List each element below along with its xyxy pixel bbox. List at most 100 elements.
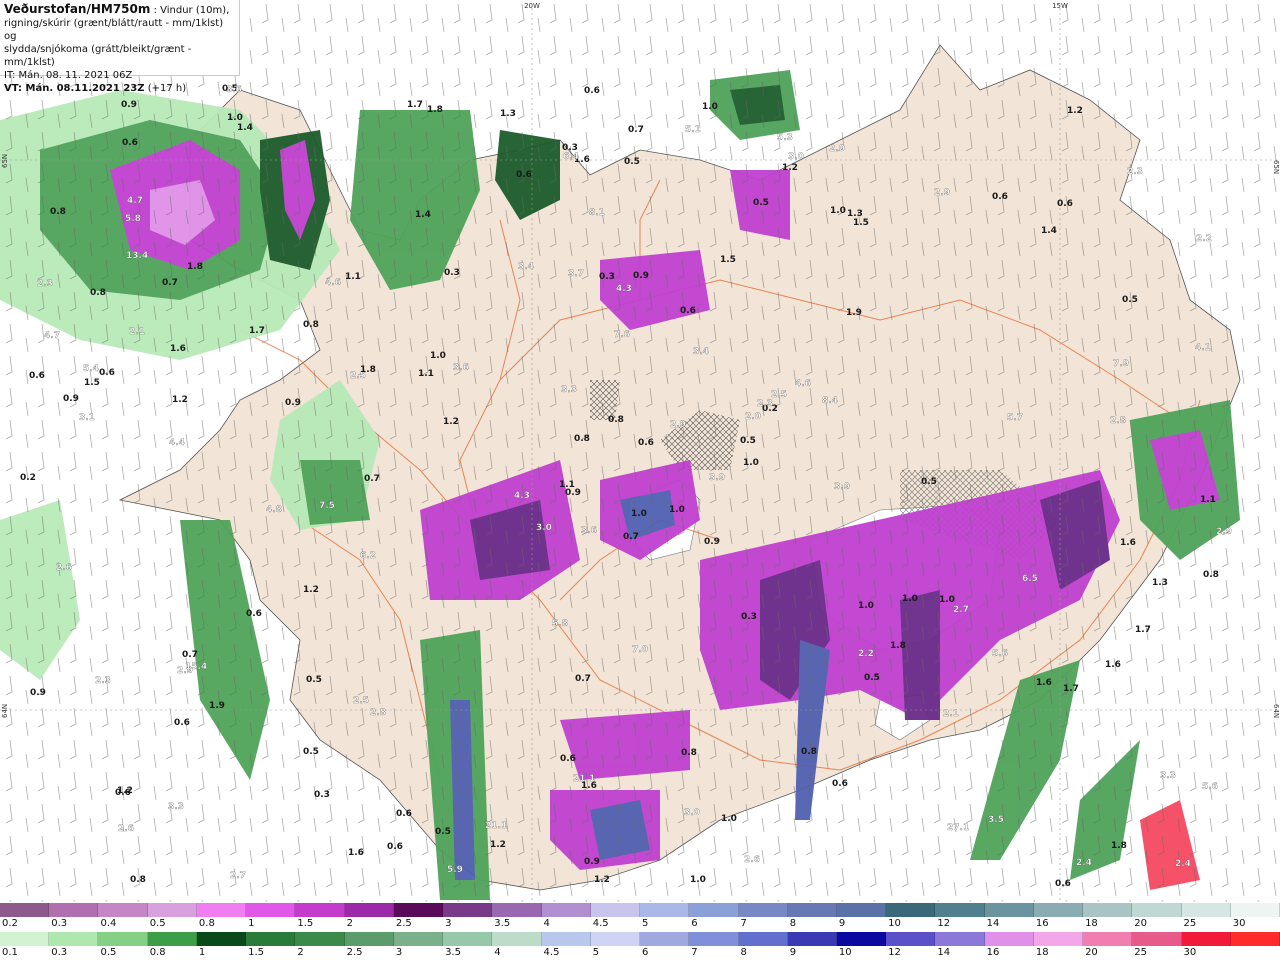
legend-label: 6 <box>642 947 649 958</box>
legend-swatch <box>689 903 739 917</box>
legend-swatch <box>787 903 837 917</box>
precip-value-label: 1.6 <box>170 344 186 354</box>
precip-value-label: 2.2 <box>1196 234 1212 244</box>
precip-value-label: 4.7 <box>127 196 143 206</box>
precip-value-label: 0.6 <box>680 306 696 316</box>
precip-value-label: 0.5 <box>306 675 322 685</box>
legend-label: 20 <box>1134 918 1148 929</box>
precip-value-label: 0.5 <box>624 157 640 167</box>
legend-label: 14 <box>986 918 1000 929</box>
precip-value-label: 2.7 <box>230 871 246 881</box>
legend-label: 3.5 <box>494 918 511 929</box>
legend-label: 2.5 <box>395 918 412 929</box>
precip-value-label: 1.2 <box>490 840 506 850</box>
label-64n-right: 64N <box>1272 704 1280 718</box>
precip-value-label: 1.0 <box>721 814 737 824</box>
precip-value-label: 3.6 <box>581 526 597 536</box>
legend-swatch <box>1132 932 1182 946</box>
precip-value-label: 3.1 <box>79 413 95 423</box>
precip-value-label: 2.3 <box>757 399 773 409</box>
precip-value-label: 4.1 <box>1195 343 1211 353</box>
precip-value-label: 2.2 <box>858 649 874 659</box>
legend-swatch <box>1230 932 1280 946</box>
wind-barbs <box>0 0 1280 902</box>
legend-swatch <box>1033 903 1084 917</box>
precip-value-label: 0.9 <box>704 537 720 547</box>
precip-value-label: 4.3 <box>514 491 530 501</box>
precip-value-label: 2.6 <box>744 855 760 865</box>
legend-swatch <box>984 903 1034 917</box>
legend-label: 25 <box>1183 918 1197 929</box>
precip-value-label: 1.9 <box>846 308 862 318</box>
precip-value-label: 2.0 <box>745 412 761 422</box>
precip-value-label: 6.2 <box>360 551 376 561</box>
label-15w: 15W <box>1052 2 1068 10</box>
precip-value-label: 0.5 <box>864 673 880 683</box>
legend-label: 0.3 <box>51 918 68 929</box>
precip-value-label: 1.1 <box>418 369 434 379</box>
precip-value-label: 0.5 <box>753 198 769 208</box>
precip-value-label: 1.3 <box>500 109 516 119</box>
precip-value-label: 5.7 <box>1007 413 1023 423</box>
precip-value-label: 0.6 <box>29 371 45 381</box>
precip-value-label: 4.6 <box>795 379 811 389</box>
precip-value-label: 0.6 <box>516 170 532 180</box>
precip-value-label: 1.4 <box>415 210 431 220</box>
precip-value-label: 5.3 <box>777 133 793 143</box>
precip-value-label: 0.7 <box>162 278 178 288</box>
precip-value-label: 0.6 <box>1057 199 1073 209</box>
precip-value-label: 0.6 <box>584 86 600 96</box>
precip-value-label: 1.7 <box>1135 625 1151 635</box>
legend-swatch <box>246 903 296 917</box>
precip-value-label: 1.0 <box>631 509 647 519</box>
label-65n-left: 65N <box>1 154 9 168</box>
legend-label: 16 <box>1035 918 1049 929</box>
precip-value-label: 1.0 <box>743 458 759 468</box>
legend-swatch <box>0 932 50 946</box>
precip-value-label: 1.0 <box>702 102 718 112</box>
precip-value-label: 2.5 <box>771 390 787 400</box>
precip-value-label: 2.9 <box>670 420 686 430</box>
precip-value-label: 2.4 <box>1076 858 1092 868</box>
precip-value-label: 1.0 <box>858 601 874 611</box>
precip-value-label: 2.7 <box>953 605 969 615</box>
legend-swatch <box>1083 903 1133 917</box>
precip-value-label: 2.0 <box>829 144 845 154</box>
legend-label: 7 <box>740 918 747 929</box>
legend-label: 2 <box>297 947 304 958</box>
precip-value-label: 3.0 <box>788 152 804 162</box>
legend-swatch <box>0 903 50 917</box>
legend-swatch <box>836 903 887 917</box>
precip-value-label: 1.8 <box>360 365 376 375</box>
precip-value-label: 3.4 <box>518 262 534 272</box>
precip-value-label: 0.6 <box>992 192 1008 202</box>
precip-value-label: 1.0 <box>939 595 955 605</box>
snow-color-scale <box>0 903 1280 917</box>
precip-value-label: 0.8 <box>608 415 624 425</box>
precip-value-label: 0.7 <box>628 125 644 135</box>
precip-value-label: 4.8 <box>266 505 282 515</box>
precip-value-label: 0.5 <box>740 436 756 446</box>
precip-value-label: 0.7 <box>623 532 639 542</box>
precip-value-label: 0.9 <box>30 688 46 698</box>
legend-label: 9 <box>789 947 797 958</box>
precip-value-label: 1.1 <box>1200 495 1216 505</box>
precip-value-label: 3.3 <box>1160 771 1176 781</box>
precip-value-label: 0.6 <box>396 809 412 819</box>
precip-value-label: 0.3 <box>444 268 460 278</box>
precip-value-label: 2.9 <box>1216 527 1232 537</box>
precip-value-label: 0.8 <box>90 288 106 298</box>
legend-swatch <box>147 932 197 946</box>
precip-value-label: 2.3 <box>95 676 111 686</box>
legend-label: 1 <box>248 918 255 929</box>
legend-swatch <box>1083 932 1133 946</box>
legend-swatch <box>935 932 985 946</box>
legend-label: 16 <box>986 947 1000 958</box>
legend-label: 10 <box>838 947 852 958</box>
legend-label: 8 <box>740 947 747 958</box>
label-65n-right: 65N <box>1272 160 1280 174</box>
precip-value-label: 6.5 <box>1022 574 1038 584</box>
precip-value-label: 1.8 <box>890 641 906 651</box>
precip-value-label: 5.8 <box>125 214 141 224</box>
legend-swatch <box>836 932 887 946</box>
